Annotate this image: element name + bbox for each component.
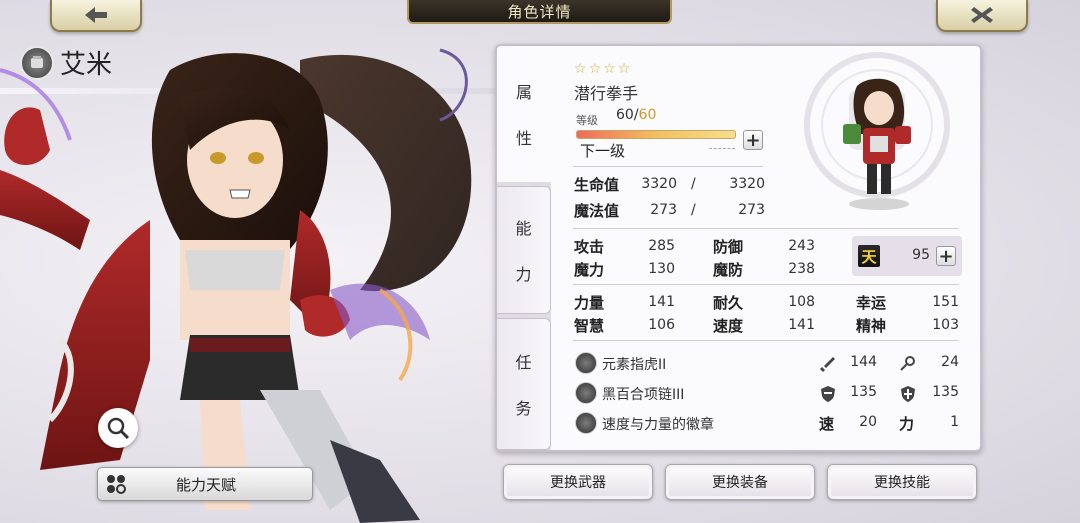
- tab-attributes-label-1: 属: [515, 83, 532, 102]
- tab-quests-label-2: 务: [515, 399, 532, 418]
- attack-value: 285: [648, 238, 675, 254]
- cross-shield-icon: [901, 386, 915, 402]
- close-icon: [971, 7, 993, 23]
- change-weapon-button[interactable]: 更换武器: [503, 464, 653, 500]
- magic-value: 130: [648, 261, 675, 277]
- level-label: 等级: [576, 114, 598, 127]
- sky-value: 95: [912, 247, 930, 263]
- luck-label: 幸运: [856, 294, 887, 312]
- weapon-icon: [575, 352, 597, 374]
- tab-attributes-label-2: 性: [515, 129, 532, 148]
- spirit-value: 103: [932, 317, 959, 333]
- close-button[interactable]: [936, 0, 1028, 32]
- necklace-icon: [575, 382, 597, 404]
- stats-panel: 属 性 能 力 任 务 ☆ ☆ ☆ ☆ 潜行拳手 等级 60/60 + 下一级 …: [495, 44, 982, 452]
- weapon-name: 元素指虎II: [602, 357, 667, 373]
- attack-label: 攻击: [574, 238, 605, 256]
- badge-power-value: 1: [950, 414, 959, 430]
- zoom-button[interactable]: [98, 408, 138, 448]
- level-progress-bar: [576, 130, 736, 139]
- back-arrow-icon: [85, 7, 107, 23]
- weapon-bonus: 24: [941, 354, 959, 370]
- talent-button-label: 能力天赋: [175, 475, 236, 494]
- magnifier-icon: [107, 417, 130, 440]
- badge-icon: [575, 412, 597, 434]
- badge-speed-value: 20: [859, 414, 877, 430]
- mp-current: 273: [650, 202, 677, 218]
- strength-value: 141: [648, 294, 675, 310]
- sword-icon: [820, 357, 835, 372]
- intellect-value: 106: [648, 317, 675, 333]
- tab-abilities-label-2: 力: [515, 265, 532, 284]
- character-chibi-portrait: [843, 78, 911, 210]
- luck-value: 151: [932, 294, 959, 310]
- mp-label: 魔法值: [574, 202, 620, 220]
- divider: [573, 340, 959, 341]
- next-level-divider: [709, 148, 735, 149]
- divider: [573, 228, 959, 229]
- endurance-value: 108: [788, 294, 815, 310]
- divider: [573, 284, 959, 285]
- endurance-label: 耐久: [713, 294, 744, 312]
- character-name-plate: 艾米: [20, 44, 112, 81]
- back-button[interactable]: [50, 0, 142, 32]
- level-current: 60: [616, 107, 634, 123]
- speed-value: 141: [788, 317, 815, 333]
- sky-talent-box: 天 95 +: [852, 236, 962, 276]
- character-name: 艾米: [60, 50, 113, 80]
- change-skill-button[interactable]: 更换技能: [827, 464, 977, 500]
- next-level-label: 下一级: [580, 142, 626, 160]
- magic-defense-value: 238: [788, 261, 815, 277]
- change-gear-button[interactable]: 更换装备: [665, 464, 815, 500]
- star-icon: ☆: [603, 61, 616, 77]
- defense-label: 防御: [713, 238, 744, 256]
- talent-grid-icon: [107, 475, 126, 494]
- tab-quests[interactable]: 任 务: [497, 318, 551, 450]
- star-icon: ☆: [617, 61, 631, 77]
- hp-label: 生命值: [574, 176, 620, 194]
- weapon-attack: 144: [850, 354, 877, 370]
- mp-slash: /: [691, 202, 696, 218]
- sky-glyph-icon: 天: [858, 245, 880, 267]
- level-value: 60/60: [616, 107, 656, 123]
- badge-power-label: 力: [899, 415, 915, 433]
- hp-current: 3320: [641, 176, 677, 192]
- tab-attributes[interactable]: 属 性: [497, 46, 551, 182]
- divider: [573, 166, 763, 167]
- accessory-name: 黑百合项链III: [602, 387, 685, 403]
- mp-max: 273: [738, 202, 765, 218]
- tab-abilities[interactable]: 能 力: [497, 186, 551, 314]
- fist-weapon-icon: [20, 45, 54, 80]
- talent-button[interactable]: 能力天赋: [97, 467, 313, 501]
- screen-title: 角色详情: [407, 0, 672, 24]
- character-illustration: [0, 48, 472, 523]
- plus-icon: +: [938, 245, 954, 267]
- key-icon: [900, 356, 915, 371]
- shield-icon: [821, 386, 835, 402]
- accessory-magic-defense: 135: [932, 384, 959, 400]
- rarity-stars: ☆ ☆ ☆ ☆: [574, 61, 630, 77]
- plus-icon: +: [745, 129, 761, 151]
- character-class: 潜行拳手: [574, 84, 639, 103]
- tab-strip: 属 性 能 力 任 务: [497, 46, 551, 450]
- star-icon: ☆: [574, 61, 587, 77]
- tab-quests-label-1: 任: [515, 353, 532, 372]
- hp-max: 3320: [729, 176, 765, 192]
- tab-abilities-label-1: 能: [515, 219, 532, 238]
- hp-slash: /: [691, 176, 696, 192]
- accessory-defense: 135: [850, 384, 877, 400]
- intellect-label: 智慧: [574, 317, 605, 335]
- sky-add-button[interactable]: +: [936, 245, 956, 267]
- badge-name: 速度与力量的徽章: [602, 417, 714, 433]
- magic-label: 魔力: [574, 261, 605, 279]
- defense-value: 243: [788, 238, 815, 254]
- badge-speed-label: 速: [819, 415, 835, 433]
- speed-label: 速度: [713, 317, 744, 335]
- spirit-label: 精神: [856, 317, 887, 335]
- magic-defense-label: 魔防: [713, 261, 744, 279]
- level-up-button[interactable]: +: [743, 129, 763, 151]
- star-icon: ☆: [588, 61, 602, 77]
- level-max: 60: [638, 107, 657, 123]
- strength-label: 力量: [574, 294, 605, 312]
